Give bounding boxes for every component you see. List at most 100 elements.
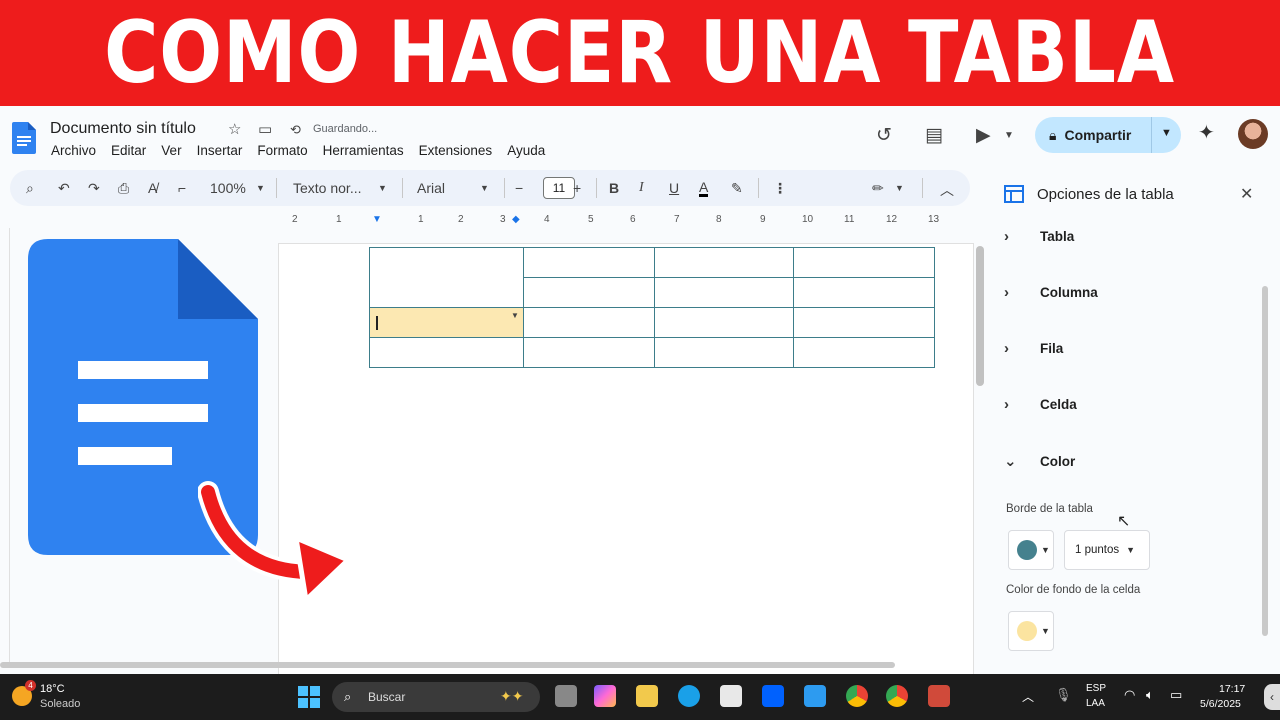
increase-font-icon[interactable]: + — [573, 180, 581, 196]
table-cell[interactable] — [793, 307, 935, 338]
font-size-input[interactable]: 11 — [543, 177, 575, 199]
underline-button[interactable]: U — [669, 180, 679, 196]
share-button[interactable]: 🔒︎ Compartir ▼ — [1035, 117, 1181, 153]
style-dropdown-icon[interactable]: ▼ — [378, 183, 387, 193]
comment-icon[interactable]: ▤ — [925, 124, 943, 147]
table-cell-active[interactable] — [369, 307, 524, 338]
table-cell[interactable] — [523, 277, 655, 308]
close-icon[interactable]: ✕ — [1240, 184, 1253, 204]
text-color-button[interactable]: A — [699, 180, 709, 197]
file-explorer-icon[interactable] — [636, 685, 658, 707]
weather-desc[interactable]: Soleado — [40, 698, 80, 710]
microphone-icon[interactable]: 🎙︎ — [1055, 687, 1072, 703]
menu-insertar[interactable]: Insertar — [197, 143, 243, 158]
border-width-select[interactable]: 1 puntos ▼ — [1064, 530, 1150, 570]
decrease-font-icon[interactable]: − — [515, 180, 523, 196]
ruler-tab-marker-icon[interactable]: ◆ — [512, 214, 520, 225]
language-line2[interactable]: LAA — [1086, 698, 1105, 709]
editing-mode-dropdown-icon[interactable]: ▼ — [895, 183, 904, 193]
menu-ver[interactable]: Ver — [161, 143, 181, 158]
edge-icon[interactable] — [678, 685, 700, 707]
taskbar-search[interactable]: ⌕ Buscar ✦✦ — [332, 682, 540, 712]
copilot-icon[interactable] — [594, 685, 616, 707]
history-icon[interactable]: ↺ — [876, 124, 892, 147]
document-table[interactable] — [369, 247, 935, 368]
task-view-icon[interactable] — [555, 685, 577, 707]
bold-button[interactable]: B — [609, 180, 619, 196]
menu-ayuda[interactable]: Ayuda — [507, 143, 545, 158]
zoom-select[interactable]: 100% — [210, 180, 246, 196]
collapse-menus-icon[interactable]: ︿ — [940, 180, 954, 200]
document-scrollbar[interactable] — [976, 246, 984, 386]
section-columna[interactable]: › Columna — [1004, 284, 1098, 301]
redo-icon[interactable]: ↷ — [88, 180, 100, 197]
avatar[interactable] — [1238, 119, 1268, 149]
app-icon[interactable] — [804, 685, 826, 707]
chrome-icon[interactable] — [846, 685, 868, 707]
language-line1[interactable]: ESP — [1086, 683, 1106, 694]
ruler-indent-marker-icon[interactable]: ▼ — [372, 214, 382, 225]
chrome-profile-icon[interactable] — [886, 685, 908, 707]
horizontal-ruler[interactable]: 2 1 ▼ 1 2 3 ◆ 4 5 6 7 8 9 10 11 12 13 14 — [278, 212, 978, 230]
table-cell[interactable] — [793, 277, 935, 308]
vertical-ruler[interactable] — [0, 228, 10, 668]
store-icon[interactable] — [720, 685, 742, 707]
clock-time[interactable]: 17:17 — [1219, 683, 1245, 695]
table-cell[interactable] — [369, 247, 524, 308]
paint-format-icon[interactable]: ⌐ — [178, 180, 186, 196]
table-cell[interactable] — [654, 337, 794, 368]
weather-temp[interactable]: 18°C — [40, 683, 65, 695]
font-dropdown-icon[interactable]: ▼ — [480, 183, 489, 193]
spellcheck-icon[interactable]: A̸ — [148, 180, 157, 196]
print-icon[interactable]: ⎙ — [118, 180, 129, 197]
section-fila[interactable]: › Fila — [1004, 340, 1063, 357]
chevron-up-icon[interactable]: ︿ — [1022, 688, 1034, 705]
wifi-icon[interactable]: ◠ — [1124, 687, 1135, 703]
more-options-icon[interactable]: ⋮ — [773, 180, 787, 197]
table-cell[interactable] — [793, 337, 935, 368]
italic-button[interactable]: I — [639, 180, 644, 196]
style-select[interactable]: Texto nor... — [293, 180, 361, 196]
table-cell[interactable] — [369, 337, 524, 368]
border-color-button[interactable]: ▼ — [1008, 530, 1054, 570]
font-select[interactable]: Arial — [417, 180, 445, 196]
section-celda[interactable]: › Celda — [1004, 396, 1077, 413]
undo-icon[interactable]: ↶ — [58, 180, 70, 197]
table-cell[interactable] — [793, 247, 935, 278]
cell-menu-dropdown-icon[interactable]: ▼ — [511, 311, 521, 321]
table-cell[interactable] — [523, 247, 655, 278]
table-cell[interactable] — [523, 307, 655, 338]
menu-extensiones[interactable]: Extensiones — [419, 143, 493, 158]
battery-icon[interactable]: ▭ — [1170, 687, 1182, 703]
cell-bg-color-button[interactable]: ▼ — [1008, 611, 1054, 651]
side-panel-toggle-icon[interactable]: ‹ — [1264, 684, 1280, 710]
menu-herramientas[interactable]: Herramientas — [323, 143, 404, 158]
panel-scrollbar[interactable] — [1262, 286, 1268, 636]
table-cell[interactable] — [654, 247, 794, 278]
clock-date[interactable]: 5/6/2025 — [1200, 698, 1241, 710]
meet-dropdown-icon[interactable]: ▼ — [1004, 130, 1014, 141]
table-cell[interactable] — [523, 337, 655, 368]
table-cell[interactable] — [654, 307, 794, 338]
document-title[interactable]: Documento sin título — [50, 120, 196, 138]
docs-logo-icon[interactable] — [12, 122, 36, 154]
section-color[interactable]: ⌄ Color — [1004, 452, 1075, 470]
volume-icon[interactable]: 🔈︎ — [1146, 687, 1154, 703]
gemini-icon[interactable]: ✦ — [1198, 120, 1215, 145]
editing-mode-icon[interactable]: ✏ — [872, 180, 884, 197]
menu-formato[interactable]: Formato — [257, 143, 307, 158]
search-menus-icon[interactable]: ⌕ — [26, 180, 34, 197]
star-icon[interactable]: ☆ — [228, 120, 241, 138]
zoom-dropdown-icon[interactable]: ▼ — [256, 183, 265, 193]
dropbox-icon[interactable] — [762, 685, 784, 707]
move-folder-icon[interactable]: ▭ — [258, 120, 272, 138]
app-icon[interactable] — [928, 685, 950, 707]
share-dropdown-icon[interactable]: ▼ — [1161, 127, 1172, 139]
table-cell[interactable] — [654, 277, 794, 308]
windows-start-icon[interactable] — [298, 686, 320, 708]
section-tabla[interactable]: › Tabla — [1004, 228, 1074, 245]
highlight-icon[interactable]: ✎ — [731, 180, 743, 197]
menu-archivo[interactable]: Archivo — [51, 143, 96, 158]
meet-icon[interactable]: ▶ — [976, 124, 991, 147]
menu-editar[interactable]: Editar — [111, 143, 146, 158]
